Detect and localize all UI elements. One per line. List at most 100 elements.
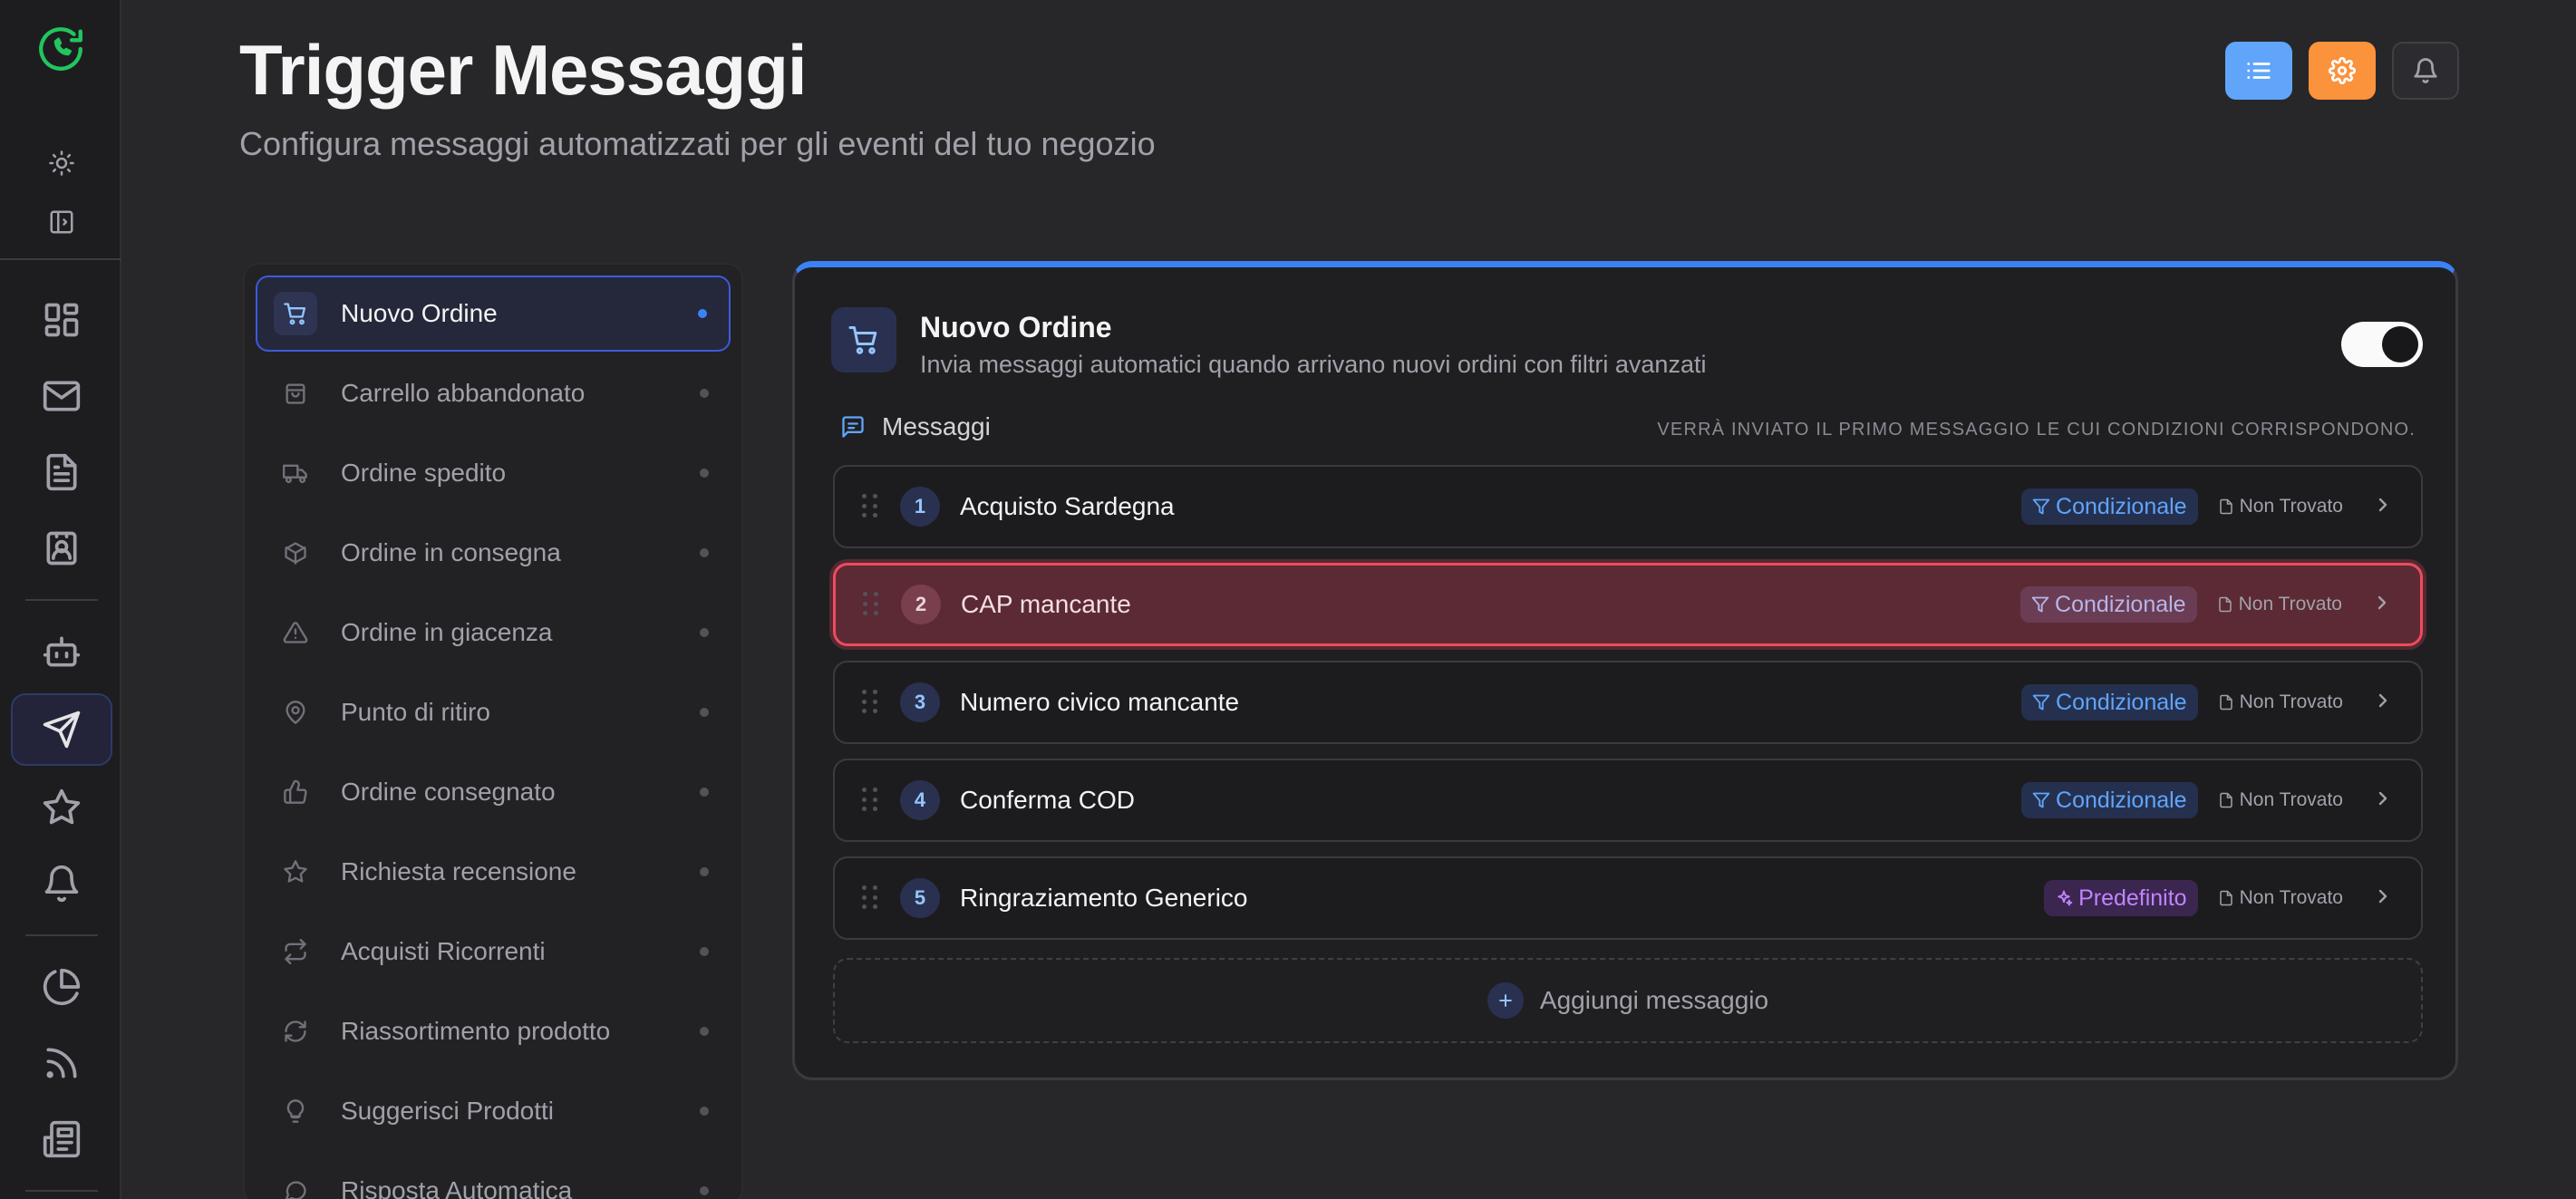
- rail-notifications-button[interactable]: [11, 847, 112, 920]
- message-name: Numero civico mancante: [960, 688, 1240, 716]
- filter-icon: [2032, 498, 2050, 515]
- dashboard-icon: [44, 303, 79, 337]
- drag-handle-icon[interactable]: [862, 690, 880, 715]
- message-number: 3: [900, 682, 940, 722]
- message-row[interactable]: 1 Acquisto Sardegna Condizionale Non Tro…: [833, 465, 2423, 548]
- sidebar-toggle-button[interactable]: [11, 186, 112, 258]
- trigger-label: Ordine in giacenza: [341, 618, 553, 646]
- template-status: Non Trovato: [2218, 789, 2343, 811]
- trigger-label: Punto di ritiro: [341, 698, 490, 726]
- drag-handle-icon[interactable]: [863, 592, 881, 617]
- settings-button[interactable]: [2309, 42, 2376, 100]
- trigger-item-carrello-abbandonato[interactable]: Carrello abbandonato: [256, 355, 731, 431]
- message-number: 1: [900, 487, 940, 527]
- cart-icon: [274, 292, 317, 335]
- package-icon: [283, 540, 308, 566]
- sun-icon: [49, 150, 74, 176]
- plus-icon: [1487, 982, 1524, 1019]
- badge-label: Condizionale: [2056, 787, 2187, 813]
- trigger-item-nuovo-ordine[interactable]: Nuovo Ordine: [256, 276, 731, 352]
- star-icon: [283, 859, 308, 885]
- chevron-right-icon[interactable]: [2372, 885, 2394, 912]
- trigger-item-punto-di-ritiro[interactable]: Punto di ritiro: [256, 674, 731, 750]
- rail-news-button[interactable]: [11, 1103, 112, 1175]
- rail-triggers-button[interactable]: [11, 693, 112, 766]
- rail-reviews-button[interactable]: [11, 771, 112, 844]
- rail-dashboard-button[interactable]: [11, 284, 112, 356]
- trigger-label: Suggerisci Prodotti: [341, 1097, 555, 1125]
- message-name: CAP mancante: [961, 590, 1131, 618]
- message-row[interactable]: 4 Conferma COD Condizionale Non Trovato: [833, 759, 2423, 842]
- pie-chart-icon: [43, 968, 81, 1006]
- trigger-detail-card: Nuovo Ordine Invia messaggi automatici q…: [792, 261, 2458, 1080]
- message-row[interactable]: 5 Ringraziamento Generico Predefinito No…: [833, 856, 2423, 940]
- trigger-item-ordine-in-giacenza[interactable]: Ordine in giacenza: [256, 595, 731, 671]
- notifications-button[interactable]: [2392, 42, 2459, 100]
- trigger-label: Riassortimento prodotto: [341, 1017, 611, 1045]
- chevron-right-icon[interactable]: [2372, 788, 2394, 814]
- card-description: Invia messaggi automatici quando arrivan…: [920, 351, 1707, 378]
- truck-icon: [283, 460, 308, 486]
- message-name: Ringraziamento Generico: [960, 884, 1248, 912]
- message-number: 5: [900, 878, 940, 918]
- bell-icon: [44, 865, 79, 902]
- trigger-item-ordine-in-consegna[interactable]: Ordine in consegna: [256, 515, 731, 591]
- drag-handle-icon[interactable]: [862, 788, 880, 813]
- status-label: Non Trovato: [2239, 691, 2343, 712]
- trigger-label: Ordine spedito: [341, 459, 507, 487]
- rail-divider: [25, 599, 98, 601]
- rail-documents-button[interactable]: [11, 436, 112, 508]
- trigger-item-acquisti-ricorrenti[interactable]: Acquisti Ricorrenti: [256, 914, 731, 990]
- status-dot: [700, 867, 709, 876]
- rail-mail-button[interactable]: [11, 360, 112, 432]
- file-icon: [2219, 792, 2232, 808]
- chevron-right-icon[interactable]: [2372, 494, 2394, 520]
- status-dot: [700, 469, 709, 478]
- default-badge: Predefinito: [2044, 880, 2198, 916]
- status-dot: [700, 1027, 709, 1036]
- thumbs-up-icon: [283, 779, 308, 805]
- cart-icon: [831, 307, 896, 372]
- trigger-item-riassortimento-prodotto[interactable]: Riassortimento prodotto: [256, 993, 731, 1069]
- drag-handle-icon[interactable]: [862, 494, 880, 519]
- message-row-selected[interactable]: 2 CAP mancante Condizionale Non Trovato: [833, 563, 2423, 646]
- rail-divider: [25, 934, 98, 936]
- chevron-right-icon[interactable]: [2371, 592, 2393, 618]
- page-title: Trigger Messaggi: [239, 30, 808, 110]
- template-status: Non Trovato: [2217, 594, 2342, 615]
- message-number: 4: [900, 780, 940, 820]
- status-dot: [700, 628, 709, 637]
- rail-contacts-button[interactable]: [11, 512, 112, 585]
- sparkles-icon: [2058, 890, 2073, 906]
- trigger-item-ordine-consegnato[interactable]: Ordine consegnato: [256, 754, 731, 830]
- list-view-button[interactable]: [2225, 42, 2292, 100]
- trigger-item-suggerisci-prodotti[interactable]: Suggerisci Prodotti: [256, 1073, 731, 1149]
- badge-label: Condizionale: [2056, 689, 2187, 715]
- status-dot: [700, 1107, 709, 1116]
- bag-icon: [283, 381, 308, 406]
- trigger-list: Nuovo Ordine Carrello abbandonato Ordine…: [243, 263, 743, 1199]
- trigger-item-richiesta-recensione[interactable]: Richiesta recensione: [256, 834, 731, 910]
- status-dot: [700, 389, 709, 398]
- condition-badge: Condizionale: [2021, 782, 2198, 818]
- toggle-knob: [2382, 326, 2418, 363]
- rail-feed-button[interactable]: [11, 1027, 112, 1099]
- trigger-item-risposta-automatica[interactable]: Risposta Automatica: [256, 1153, 731, 1199]
- trigger-enabled-toggle[interactable]: [2341, 322, 2423, 367]
- drag-handle-icon[interactable]: [862, 885, 880, 911]
- chevron-right-icon[interactable]: [2372, 690, 2394, 716]
- messages-hint: VERRÀ INVIATO IL PRIMO MESSAGGIO LE CUI …: [1657, 420, 2416, 440]
- add-message-label: Aggiungi messaggio: [1539, 986, 1769, 1014]
- rail-bot-button[interactable]: [11, 615, 112, 688]
- trigger-label: Ordine consegnato: [341, 778, 556, 806]
- message-row[interactable]: 3 Numero civico mancante Condizionale No…: [833, 661, 2423, 744]
- template-status: Non Trovato: [2218, 691, 2343, 713]
- card-title: Nuovo Ordine: [920, 311, 1112, 343]
- add-message-button[interactable]: Aggiungi messaggio: [833, 958, 2423, 1043]
- trigger-item-ordine-spedito[interactable]: Ordine spedito: [256, 435, 731, 511]
- condition-badge: Condizionale: [2020, 586, 2197, 623]
- logo-icon[interactable]: [34, 23, 87, 75]
- page-subtitle: Configura messaggi automatizzati per gli…: [239, 125, 1156, 162]
- app-rail: [0, 0, 121, 1199]
- rail-analytics-button[interactable]: [11, 951, 112, 1023]
